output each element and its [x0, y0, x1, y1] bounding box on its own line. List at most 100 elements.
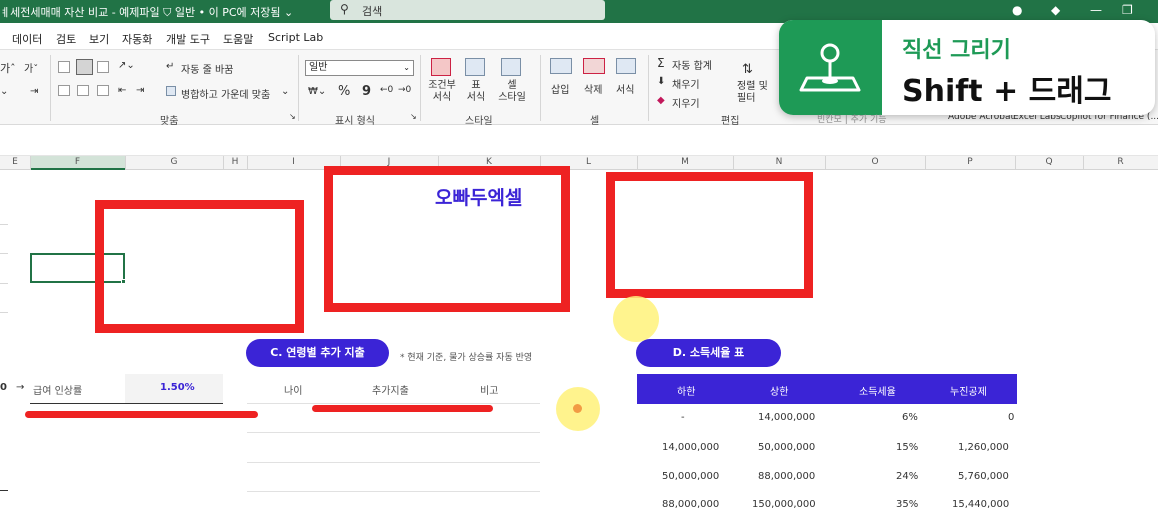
tax-cell: 5,760,000: [958, 471, 1009, 482]
chevron-down-icon[interactable]: ⌄: [281, 86, 289, 97]
column-E[interactable]: E: [0, 157, 30, 167]
tax-cell: 35%: [896, 499, 919, 510]
extra-expense-header: 추가지출: [372, 386, 409, 397]
search-placeholder: 검색: [362, 5, 383, 18]
search-input[interactable]: ⚲ 검색: [330, 0, 605, 20]
red-rectangle-annotation: [606, 172, 813, 298]
diamond-icon[interactable]: ◆: [1051, 3, 1060, 17]
minimize-icon[interactable]: —: [1090, 3, 1102, 17]
font-grow-button[interactable]: 가ˆ: [0, 60, 16, 76]
tab-data[interactable]: 데이터: [12, 31, 42, 47]
avatar[interactable]: ●: [1012, 3, 1022, 17]
dialog-launcher-icon[interactable]: ↘: [289, 112, 296, 121]
comma-button[interactable]: 9: [362, 84, 371, 99]
column-F[interactable]: F: [30, 157, 125, 167]
conditional-format-button[interactable]: 조건부 서식: [427, 80, 457, 104]
tab-automate[interactable]: 자동화: [122, 31, 152, 47]
toast-title: 직선 그리기: [902, 38, 1011, 63]
red-line-annotation: [312, 405, 493, 412]
percent-button[interactable]: %: [338, 84, 350, 99]
tab-view[interactable]: 보기: [89, 31, 109, 47]
column-P[interactable]: P: [925, 157, 1015, 167]
cell-style-button[interactable]: 셀 스타일: [495, 80, 529, 104]
align-right-icon[interactable]: [97, 85, 109, 96]
tab-script-lab[interactable]: Script Lab: [268, 31, 323, 44]
column-G[interactable]: G: [125, 157, 223, 167]
fill-button[interactable]: 채우기: [672, 76, 700, 91]
align-center-icon[interactable]: [77, 85, 89, 96]
tax-cell: 88,000,000: [758, 471, 816, 482]
format-cells-icon[interactable]: [616, 58, 636, 74]
column-O[interactable]: O: [825, 157, 925, 167]
cell-style-icon[interactable]: [501, 58, 521, 76]
indent-increase-icon[interactable]: ⇥: [136, 85, 144, 96]
ribbon-separator: [298, 55, 299, 121]
indent-decrease-icon[interactable]: ⇤: [118, 85, 126, 96]
styles-group-label: 스타일: [465, 116, 493, 127]
sort-filter-button[interactable]: 정렬 및 필터: [737, 81, 771, 105]
row-line: [0, 312, 8, 313]
column-R[interactable]: R: [1083, 157, 1158, 167]
ribbon-separator: [420, 55, 421, 121]
increase-decimal-icon[interactable]: ←0: [380, 85, 393, 95]
row-line: [247, 491, 540, 492]
conditional-format-icon[interactable]: [431, 58, 451, 76]
sort-filter-icon[interactable]: ⇅: [742, 62, 753, 77]
tax-cell: 6%: [902, 412, 918, 423]
orientation-icon[interactable]: ↗⌄: [118, 60, 135, 71]
indent-icon[interactable]: ⇥: [30, 86, 38, 97]
ribbon-separator: [50, 55, 51, 121]
insert-cells-icon[interactable]: [550, 58, 572, 74]
align-bottom-icon[interactable]: [97, 61, 109, 73]
format-cells-button[interactable]: 서식: [616, 81, 634, 96]
column-N[interactable]: N: [733, 157, 825, 167]
clear-button[interactable]: 지우기: [672, 95, 700, 110]
deduction-header: 누진공제: [950, 387, 987, 398]
column-H[interactable]: H: [223, 157, 247, 167]
wrap-text-icon: ↵: [166, 61, 175, 72]
decrease-decimal-icon[interactable]: →0: [398, 85, 411, 95]
ribbon-separator: [648, 55, 649, 121]
number-format-select[interactable]: 일반 ⌄: [305, 60, 414, 76]
restore-icon[interactable]: ❐: [1122, 3, 1133, 17]
eraser-icon: ◆: [657, 95, 665, 106]
column-M[interactable]: M: [637, 157, 733, 167]
align-top-icon[interactable]: [58, 61, 70, 73]
align-middle-icon[interactable]: [76, 59, 93, 75]
delete-cells-button[interactable]: 삭제: [584, 81, 602, 96]
tax-cell: 24%: [896, 471, 919, 482]
editing-group-label: 편집: [721, 116, 740, 127]
merge-center-button[interactable]: 병합하고 가운데 맞춤: [181, 86, 270, 101]
fill-icon: ⬇: [657, 76, 666, 87]
format-table-icon[interactable]: [465, 58, 485, 76]
tax-cell: 15%: [896, 442, 919, 453]
partial-group-label: 빈칸모 | 추가 기능: [817, 115, 887, 125]
autosum-button[interactable]: 자동 합계: [672, 57, 712, 72]
brand-logo: 오빠두엑셀: [435, 187, 523, 209]
cursor-dot: [573, 404, 582, 413]
insert-cells-button[interactable]: 삽입: [551, 81, 569, 96]
cells-group-label: 셀: [590, 116, 600, 127]
dialog-launcher-icon[interactable]: ↘: [410, 112, 417, 121]
red-rectangle-annotation: [95, 200, 304, 333]
font-shrink-button[interactable]: 가ˇ: [24, 60, 38, 75]
column-Q[interactable]: Q: [1015, 157, 1083, 167]
currency-icon[interactable]: ₩⌄: [308, 86, 326, 97]
section-c-note: * 현재 기준, 물가 상승률 자동 반영: [400, 353, 533, 363]
wrap-text-button[interactable]: 자동 줄 바꿈: [181, 61, 233, 76]
format-table-button[interactable]: 표 서식: [461, 80, 491, 104]
salary-increase-value: 1.50%: [160, 382, 195, 393]
arrow-icon: →: [16, 382, 25, 393]
tab-review[interactable]: 검토: [56, 31, 76, 47]
chevron-down-icon[interactable]: ⌄: [0, 86, 8, 97]
tab-help[interactable]: 도움말: [223, 31, 253, 47]
tax-cell: 50,000,000: [662, 471, 720, 482]
underline: [30, 403, 223, 404]
tab-developer[interactable]: 개발 도구: [166, 31, 210, 47]
row-line: [247, 462, 540, 463]
merge-icon: [166, 86, 176, 96]
delete-cells-icon[interactable]: [583, 58, 605, 74]
row-line: [0, 490, 8, 491]
search-icon: ⚲: [340, 2, 349, 16]
align-left-icon[interactable]: [58, 85, 70, 96]
